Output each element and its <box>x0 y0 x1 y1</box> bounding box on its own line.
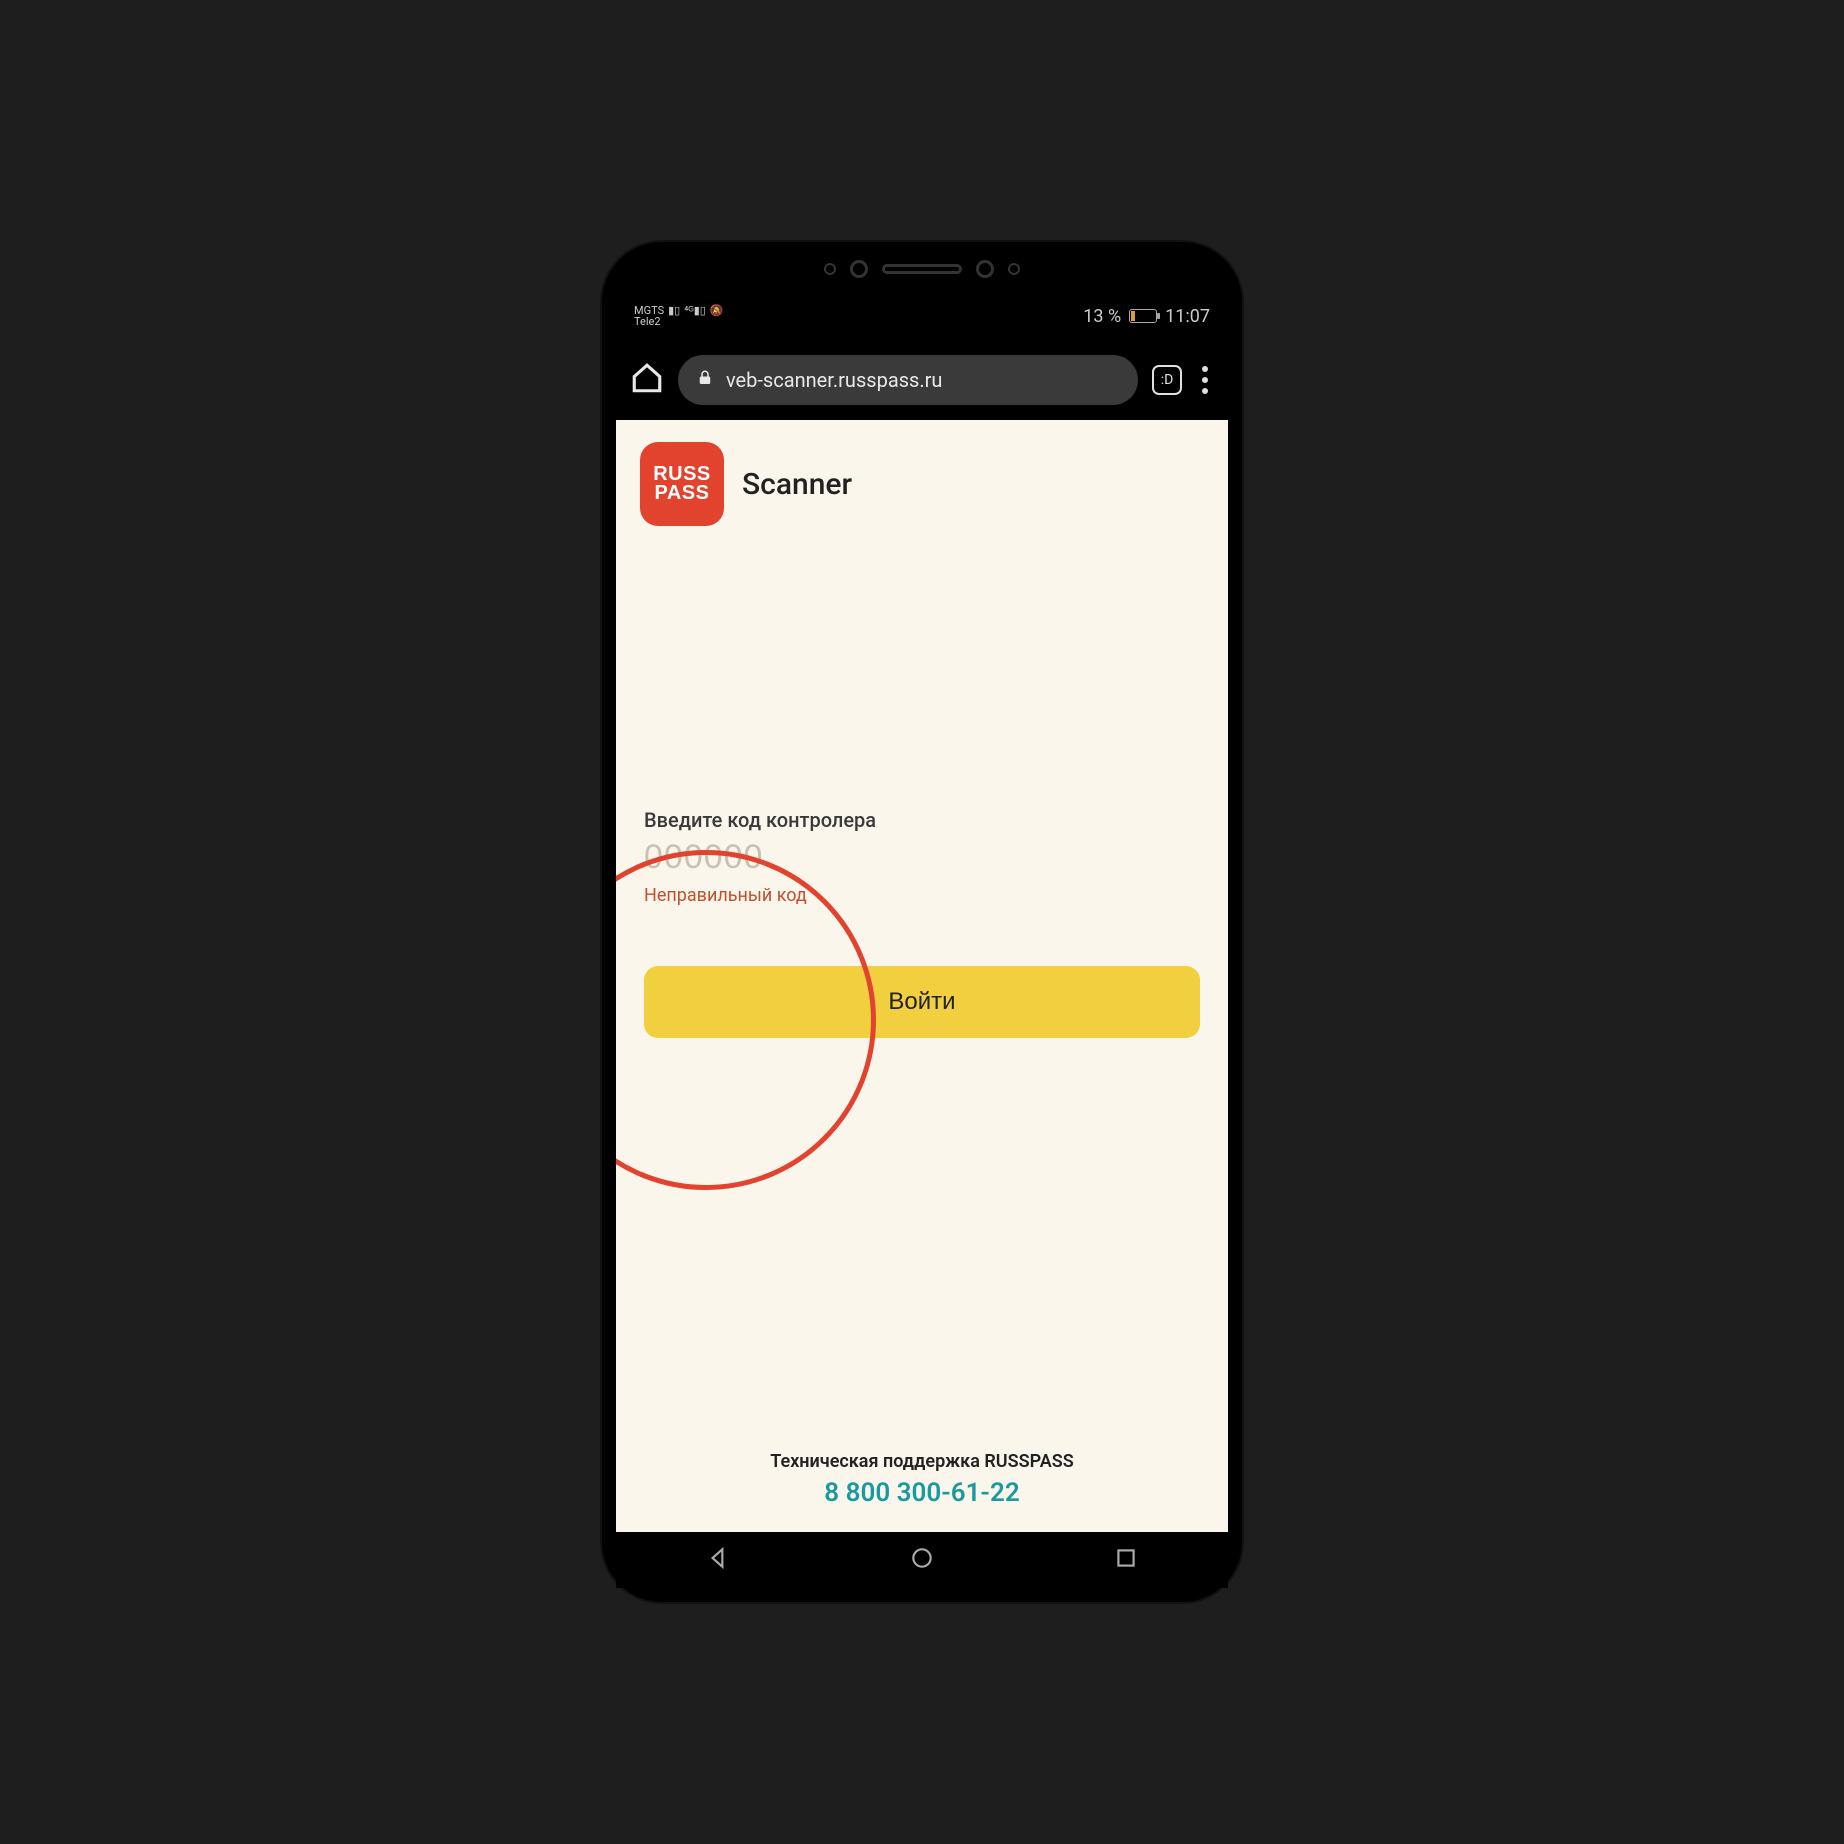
home-icon[interactable] <box>630 361 664 399</box>
phone-frame: MGTS ▮▯ ⁴ᴳ▮▯ 🔕 Tele2 13 % 11:07 <box>602 242 1242 1602</box>
android-nav-bar <box>616 1532 1228 1588</box>
back-button[interactable] <box>705 1545 731 1575</box>
url-text: veb-scanner.russpass.ru <box>726 368 942 392</box>
support-label: Техническая поддержка RUSSPASS <box>616 1451 1228 1472</box>
app-logo: RUSS PASS <box>640 442 724 526</box>
menu-icon[interactable] <box>1196 366 1214 394</box>
code-label: Введите код контролера <box>644 808 1200 832</box>
phone-screen: MGTS ▮▯ ⁴ᴳ▮▯ 🔕 Tele2 13 % 11:07 <box>616 292 1228 1532</box>
lock-icon <box>696 368 714 392</box>
logo-text-2: PASS <box>653 484 711 503</box>
login-form: Введите код контролера Неправильный код … <box>616 808 1228 1038</box>
app-title: Scanner <box>742 467 852 502</box>
error-message: Неправильный код <box>644 885 1200 906</box>
phone-sensors <box>602 260 1242 278</box>
signal-4g-icon: ⁴ᴳ▮▯ <box>684 305 706 316</box>
status-right: 13 % 11:07 <box>1083 306 1210 327</box>
support-block: Техническая поддержка RUSSPASS 8 800 300… <box>616 1451 1228 1508</box>
status-bar: MGTS ▮▯ ⁴ᴳ▮▯ 🔕 Tele2 13 % 11:07 <box>616 292 1228 340</box>
signal-icon: ▮▯ <box>668 305 680 316</box>
battery-percent: 13 % <box>1083 306 1121 327</box>
url-bar[interactable]: veb-scanner.russpass.ru <box>678 355 1138 405</box>
status-left: MGTS ▮▯ ⁴ᴳ▮▯ 🔕 Tele2 <box>634 305 724 327</box>
home-button[interactable] <box>909 1545 935 1575</box>
code-input[interactable] <box>644 838 1200 877</box>
app-header: RUSS PASS Scanner <box>616 420 1228 548</box>
tabs-icon[interactable]: :D <box>1152 365 1182 395</box>
carrier-2: Tele2 <box>634 316 724 327</box>
clock: 11:07 <box>1165 306 1210 327</box>
page-content: RUSS PASS Scanner Введите код контролера… <box>616 420 1228 1532</box>
support-phone[interactable]: 8 800 300-61-22 <box>616 1478 1228 1508</box>
recents-button[interactable] <box>1113 1545 1139 1575</box>
login-button[interactable]: Войти <box>644 966 1200 1038</box>
browser-toolbar: veb-scanner.russpass.ru :D <box>616 340 1228 420</box>
mute-icon: 🔕 <box>710 305 724 316</box>
battery-icon <box>1129 309 1157 323</box>
